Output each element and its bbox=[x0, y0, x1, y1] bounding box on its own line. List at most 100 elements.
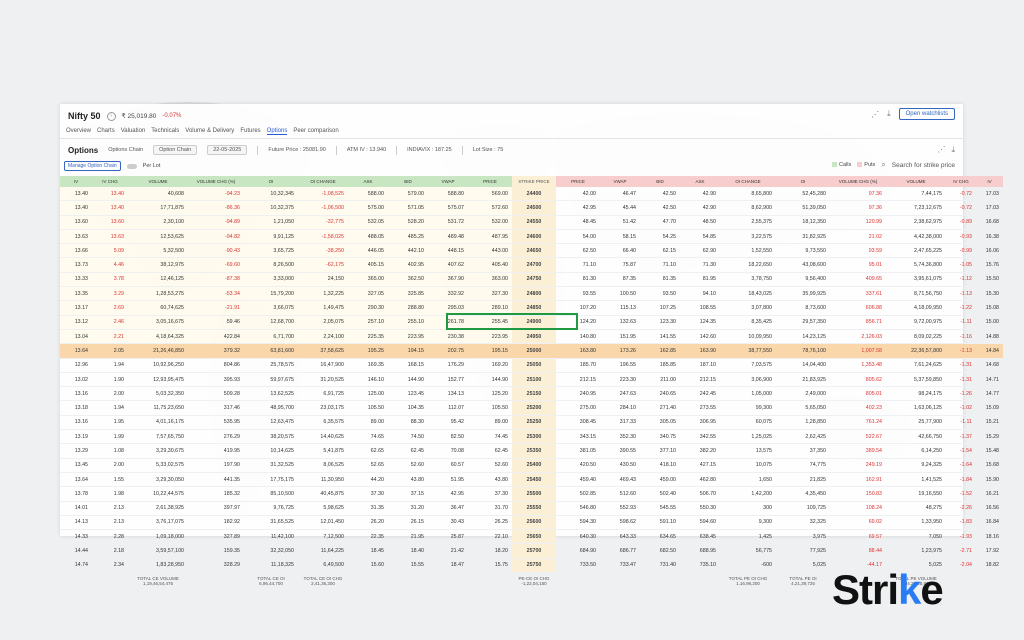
ce-cell: 125.20 bbox=[491, 390, 508, 397]
pe-cell: 1,353.48 bbox=[861, 362, 882, 369]
pe-cell: -1.02 bbox=[959, 405, 972, 412]
ce-cell: 327.89 bbox=[223, 533, 240, 540]
pe-cell: 38,77,550 bbox=[720, 343, 776, 359]
per-lot-toggle[interactable] bbox=[126, 163, 137, 169]
pe-cell: 5,025 bbox=[812, 562, 826, 569]
table-row[interactable]: 13.40 13.40 40,608 -94.23 10,32,345 -1,08,525… bbox=[60, 187, 1003, 201]
tab-charts[interactable]: Charts bbox=[97, 128, 115, 135]
ce-cell: 13.64 bbox=[60, 343, 92, 359]
ce-cell: 112.07 bbox=[448, 405, 464, 412]
table-row[interactable]: 13.18 1.94 11,75,23,650 317.46 48,95,700 23,0… bbox=[60, 400, 1003, 416]
table-row[interactable]: 13.19 1.99 7,57,65,750 276.29 38,20,575 14,40… bbox=[60, 429, 1003, 444]
ce-cell: 3,76,17,075 bbox=[156, 519, 184, 526]
section-tabs: Overview Charts Valuation Technicals Vol… bbox=[66, 128, 339, 135]
table-row[interactable]: 14.01 2.13 2,61,38,925 397.97 9,76,725 5,98,6… bbox=[60, 501, 1003, 516]
header-actions: ⋰ ⤓ Open watchlists bbox=[871, 108, 955, 120]
pe-cell: 546.80 bbox=[579, 505, 596, 512]
ce-cell: 202.75 bbox=[428, 343, 468, 359]
ce-cell: 230.38 bbox=[428, 329, 468, 344]
pe-cell: 390.55 bbox=[619, 447, 636, 454]
pe-cell: 21,825 bbox=[809, 476, 826, 483]
download-icon[interactable]: ⤓ bbox=[887, 109, 891, 119]
ce-cell: 419.95 bbox=[223, 447, 240, 454]
download-icon[interactable]: ⤓ bbox=[951, 145, 955, 155]
ce-cell: 37.30 bbox=[370, 490, 384, 497]
table-row[interactable]: 13.63 13.63 12,53,625 -94.82 9,91,125 -1,58,0… bbox=[60, 229, 1003, 244]
table-row[interactable]: 13.66 5.09 5,32,500 -90.43 3,65,725 -38,250 44… bbox=[60, 243, 1003, 258]
ce-cell: 30.43 bbox=[450, 519, 464, 526]
ce-cell: 13.60 bbox=[92, 215, 128, 230]
pe-cell: -1.84 bbox=[959, 476, 972, 483]
table-row[interactable]: 13.73 4.46 38,12,975 -69.60 8,26,500 -62,175 4… bbox=[60, 257, 1003, 273]
table-row[interactable]: 13.04 2.21 4,18,64,325 422.84 6,71,700 2,24,1… bbox=[60, 329, 1003, 344]
options-chain-tab[interactable]: Options Chain bbox=[108, 147, 143, 153]
pe-cell: 62.90 bbox=[702, 247, 716, 254]
ce-cell: 13.18 bbox=[74, 405, 88, 412]
tab-options[interactable]: Options bbox=[266, 128, 288, 135]
table-row[interactable]: 13.16 2.00 5,03,32,350 509.28 13,62,525 6,91,… bbox=[60, 386, 1003, 401]
share-icon[interactable]: ⋰ bbox=[937, 145, 945, 155]
pe-cell: 1,25,025 bbox=[751, 433, 772, 440]
tab-overview[interactable]: Overview bbox=[66, 128, 91, 135]
ce-cell: 17,75,175 bbox=[270, 476, 294, 483]
table-row[interactable]: 13.64 2.05 21,26,46,850 379.32 63,81,600 37,5… bbox=[60, 343, 1003, 359]
pe-cell: 240.65 bbox=[659, 390, 676, 397]
table-row[interactable]: 13.78 1.98 10,22,44,575 185.32 85,10,500 40,4… bbox=[60, 486, 1003, 502]
pe-cell: 35,99,925 bbox=[802, 290, 826, 297]
pe-cell: 382.20 bbox=[699, 447, 716, 454]
pe-cell: 688.95 bbox=[699, 548, 716, 555]
strike-cell: 25050 bbox=[512, 358, 556, 373]
table-row[interactable]: 13.60 13.60 2,30,100 -94.89 1,21,050 -32,775 5… bbox=[60, 215, 1003, 230]
manage-option-chain-button[interactable]: Manage Option Chain bbox=[64, 161, 121, 171]
strike-cell: 25650 bbox=[512, 529, 556, 544]
pe-cell: 9,24,325 bbox=[921, 462, 942, 469]
header-ce-col: ASK bbox=[348, 176, 388, 187]
ce-cell: 14.33 bbox=[74, 533, 88, 540]
table-row[interactable]: 14.44 2.18 3,59,57,100 159.35 32,32,050 11,64… bbox=[60, 543, 1003, 559]
ce-cell: 405.15 bbox=[348, 257, 388, 273]
ce-cell: 70.08 bbox=[450, 447, 464, 454]
share-icon[interactable]: ⋰ bbox=[871, 110, 879, 119]
table-row[interactable]: 13.35 3.29 1,28,53,275 -53.34 15,79,200 1,32,… bbox=[60, 286, 1003, 301]
ce-cell: 52.60 bbox=[410, 462, 424, 469]
table-row[interactable]: 13.16 1.95 4,01,16,175 535.95 12,63,475 6,35,… bbox=[60, 415, 1003, 430]
table-row[interactable]: 13.02 1.90 12,93,95,475 395.93 59,97,675 31,2… bbox=[60, 372, 1003, 387]
expiry-date-select[interactable]: 22-05-2025 bbox=[207, 145, 248, 155]
tab-peer-comparison[interactable]: Peer comparison bbox=[293, 128, 338, 135]
tab-volume-delivery[interactable]: Volume & Delivery bbox=[185, 128, 234, 135]
ce-cell: 276.29 bbox=[223, 433, 240, 440]
open-watchlists-button[interactable]: Open watchlists bbox=[898, 108, 955, 120]
table-row[interactable]: 13.33 3.78 12,46,125 -87.38 3,33,000 24,150 36… bbox=[60, 272, 1003, 287]
ce-cell: 194.15 bbox=[388, 343, 428, 359]
ce-cell: 197.90 bbox=[223, 462, 240, 469]
pe-cell: 25,77,900 bbox=[918, 419, 942, 426]
total-ce-volume: TOTAL CE VOLUME 1,19,46,54,475 bbox=[137, 576, 179, 587]
ce-cell: 13.33 bbox=[60, 272, 92, 287]
tab-valuation[interactable]: Valuation bbox=[121, 128, 146, 135]
pe-cell: 29,57,350 bbox=[802, 319, 826, 326]
table-row[interactable]: 13.64 1.55 3,29,30,050 441.35 17,75,175 11,30… bbox=[60, 472, 1003, 487]
ce-cell: 144.90 bbox=[407, 376, 424, 383]
pe-cell: 731.40 bbox=[659, 562, 676, 569]
pe-cell: 1,650 bbox=[758, 476, 772, 483]
table-row[interactable]: 14.33 2.28 1,09,18,000 327.89 11,42,100 7,12,… bbox=[60, 529, 1003, 544]
ce-cell: 22.35 bbox=[370, 533, 384, 540]
strike-search-input[interactable]: Search for strike price bbox=[892, 162, 955, 169]
ce-cell: 532.00 bbox=[468, 215, 512, 230]
divider bbox=[396, 145, 398, 155]
table-row[interactable]: 13.29 1.08 3,29,30,675 419.95 10,14,625 5,41,… bbox=[60, 443, 1003, 459]
table-row[interactable]: 13.45 2.00 5,33,02,575 197.90 31,32,525 8,06,… bbox=[60, 458, 1003, 473]
table-row[interactable]: 12.96 1.94 10,92,96,250 804.86 25,78,575 16,4… bbox=[60, 358, 1003, 373]
table-row[interactable]: 13.40 13.40 17,71,875 -86.36 10,32,375 -1,06,… bbox=[60, 200, 1003, 216]
ce-cell: 14.01 bbox=[74, 505, 88, 512]
tab-technicals[interactable]: Technicals bbox=[151, 128, 179, 135]
pe-cell: 51,39,050 bbox=[802, 204, 826, 211]
ce-cell: 13.45 bbox=[74, 462, 88, 469]
option-chain-select[interactable]: Option Chain bbox=[153, 145, 198, 155]
ce-cell: 5.09 bbox=[92, 243, 128, 258]
pe-cell: 42.50 bbox=[662, 204, 676, 211]
info-icon[interactable]: i bbox=[106, 111, 116, 121]
tab-futures[interactable]: Futures bbox=[240, 128, 260, 135]
table-row[interactable]: 14.13 2.13 3,76,17,075 182.92 31,65,525 12,01… bbox=[60, 515, 1003, 530]
pe-cell: 32,325 bbox=[809, 519, 826, 526]
